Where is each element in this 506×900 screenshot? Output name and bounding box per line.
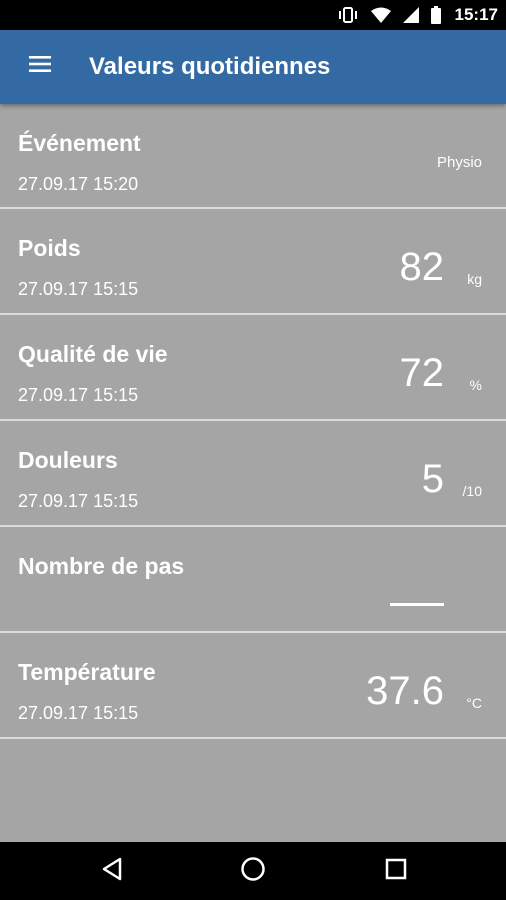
entry-unit: /10 bbox=[462, 483, 482, 499]
menu-button[interactable] bbox=[18, 44, 62, 88]
entry-name: Nombre de pas bbox=[18, 553, 185, 579]
empty-value-dash bbox=[390, 603, 444, 606]
daily-values-list: Événement 27.09.17 15:20 Physio Poids 27… bbox=[0, 104, 506, 739]
entry-value: 5 bbox=[421, 457, 444, 501]
back-button[interactable] bbox=[92, 851, 132, 891]
entry-value: 72 bbox=[399, 351, 445, 395]
entry-date: 27.09.17 15:15 bbox=[18, 703, 139, 723]
entry-unit: % bbox=[469, 377, 482, 393]
list-item-temperature[interactable]: Température 27.09.17 15:15 37.6 °C bbox=[0, 633, 506, 739]
hamburger-menu-icon bbox=[29, 55, 51, 77]
list-item-nombre-de-pas[interactable]: Nombre de pas bbox=[0, 527, 506, 633]
home-button[interactable] bbox=[233, 851, 273, 891]
list-item-poids[interactable]: Poids 27.09.17 15:15 82 kg bbox=[0, 209, 506, 315]
entry-unit: °C bbox=[466, 695, 482, 711]
entry-name: Température bbox=[18, 659, 156, 685]
page-title: Valeurs quotidiennes bbox=[89, 53, 331, 80]
status-bar: 15:17 bbox=[0, 0, 506, 30]
home-icon bbox=[240, 856, 266, 887]
list-item-douleurs[interactable]: Douleurs 27.09.17 15:15 5 /10 bbox=[0, 421, 506, 527]
recents-icon bbox=[385, 858, 407, 885]
entry-unit: kg bbox=[467, 271, 482, 287]
entry-name: Qualité de vie bbox=[18, 341, 168, 367]
signal-icon bbox=[402, 7, 419, 23]
navigation-bar bbox=[0, 842, 506, 900]
entry-name: Poids bbox=[18, 235, 81, 261]
app-bar: Valeurs quotidiennes bbox=[0, 30, 506, 104]
entry-name: Douleurs bbox=[18, 447, 118, 473]
recents-button[interactable] bbox=[376, 851, 416, 891]
entry-tag: Physio bbox=[436, 154, 482, 171]
list-item-evenement[interactable]: Événement 27.09.17 15:20 Physio bbox=[0, 104, 506, 209]
back-icon bbox=[101, 857, 123, 886]
vibrate-icon bbox=[337, 7, 359, 23]
entry-date: 27.09.17 15:15 bbox=[18, 491, 139, 511]
entry-date: 27.09.17 15:20 bbox=[18, 174, 139, 194]
list-item-qualite-de-vie[interactable]: Qualité de vie 27.09.17 15:15 72 % bbox=[0, 315, 506, 421]
entry-date: 27.09.17 15:15 bbox=[18, 385, 139, 405]
entry-name: Événement bbox=[18, 130, 141, 156]
status-time: 15:17 bbox=[454, 5, 498, 24]
battery-icon bbox=[430, 6, 441, 24]
status-icons: 15:17 bbox=[337, 0, 498, 30]
entry-value: 37.6 bbox=[366, 669, 444, 713]
entry-value: 82 bbox=[399, 245, 445, 289]
wifi-icon bbox=[370, 7, 391, 23]
entry-date: 27.09.17 15:15 bbox=[18, 279, 139, 299]
